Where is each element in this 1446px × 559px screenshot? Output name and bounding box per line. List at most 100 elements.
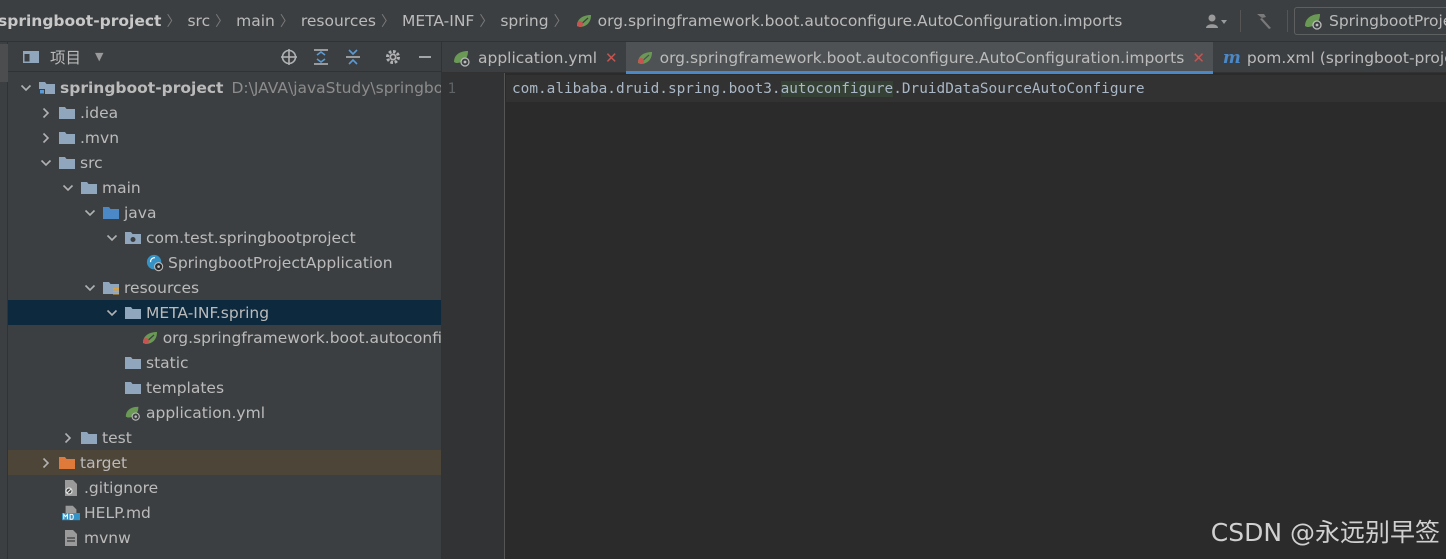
tab-label: application.yml xyxy=(478,48,598,67)
breadcrumb-item-meta-inf[interactable]: META-INF xyxy=(400,12,476,30)
close-icon[interactable]: ✕ xyxy=(605,49,618,67)
tree-item-label: com.test.springbootproject xyxy=(146,228,356,247)
tree-item-gitignore[interactable]: .gitignore xyxy=(8,475,441,500)
chevron-right-icon: 〉 xyxy=(279,13,294,30)
chevron-down-icon[interactable]: ▼ xyxy=(95,50,103,63)
editor: application.yml ✕ org.springframework.bo… xyxy=(442,42,1446,559)
chevron-right-icon[interactable] xyxy=(40,457,52,469)
chevron-down-icon[interactable] xyxy=(106,307,118,319)
close-icon[interactable]: ✕ xyxy=(1192,49,1205,67)
tab-label: pom.xml (springboot-project) xyxy=(1246,48,1446,67)
tree-item-imports-file[interactable]: org.springframework.boot.autoconfi xyxy=(8,325,442,350)
tree-item-label: main xyxy=(102,178,141,197)
spring-config-icon xyxy=(124,405,142,421)
project-panel-title[interactable]: 项目 xyxy=(50,46,81,68)
breadcrumb-item-project[interactable]: springboot-project xyxy=(0,12,163,30)
minimize-icon[interactable] xyxy=(409,42,441,72)
breadcrumb-item-spring[interactable]: spring xyxy=(498,12,550,30)
user-icon[interactable] xyxy=(1200,6,1234,36)
line-number: 1 xyxy=(447,81,456,97)
tab-autoconfiguration-imports[interactable]: org.springframework.boot.autoconfigure.A… xyxy=(625,42,1214,74)
code-text: com.alibaba.druid.spring.boot3. xyxy=(512,81,781,97)
project-panel: 项目 ▼ springboot-project D:\JAVA\javaStud… xyxy=(8,42,442,559)
spring-config-icon xyxy=(452,49,472,67)
maven-icon: m xyxy=(1222,47,1241,68)
tree-item-label: application.yml xyxy=(146,403,266,422)
chevron-down-icon[interactable] xyxy=(84,207,96,219)
gear-icon[interactable] xyxy=(377,42,409,72)
breadcrumb-item-resources[interactable]: resources xyxy=(299,12,378,30)
folder-icon xyxy=(58,105,76,121)
folder-icon xyxy=(58,155,76,171)
tree-item-static[interactable]: static xyxy=(8,350,441,375)
tree-item-idea[interactable]: .idea xyxy=(8,100,441,125)
chevron-right-icon[interactable] xyxy=(40,132,52,144)
chevron-right-icon: 〉 xyxy=(380,13,395,30)
tree-item-mvn[interactable]: .mvn xyxy=(8,125,441,150)
file-icon xyxy=(62,529,80,546)
excluded-folder-icon xyxy=(58,455,76,471)
divider xyxy=(1240,10,1241,32)
chevron-down-icon[interactable] xyxy=(84,282,96,294)
breadcrumb-item-file[interactable]: org.springframework.boot.autoconfigure.A… xyxy=(573,12,1125,30)
tree-item-src[interactable]: src xyxy=(8,150,441,175)
tree-item-springboot-project[interactable]: springboot-project D:\JAVA\javaStudy\spr… xyxy=(8,75,441,100)
run-config-label: SpringbootProject xyxy=(1329,12,1446,30)
tree-item-templates[interactable]: templates xyxy=(8,375,441,400)
chevron-right-icon: 〉 xyxy=(479,13,494,30)
expand-all-icon[interactable] xyxy=(305,42,337,72)
tree-item-target[interactable]: target xyxy=(8,450,441,475)
divider xyxy=(1287,10,1288,32)
folder-icon xyxy=(58,130,76,146)
tab-pom-xml[interactable]: m pom.xml (springboot-project) xyxy=(1213,42,1446,73)
project-panel-header: 项目 ▼ xyxy=(8,42,441,72)
build-hammer-icon[interactable] xyxy=(1247,6,1281,36)
tree-item-label: java xyxy=(124,203,157,222)
tree-item-label: mvnw xyxy=(84,528,131,547)
chevron-right-icon: 〉 xyxy=(166,13,181,30)
tree-item-test[interactable]: test xyxy=(8,425,441,450)
chevron-right-icon[interactable] xyxy=(40,107,52,119)
tree-item-application-class[interactable]: SpringbootProjectApplication xyxy=(8,250,441,275)
chevron-down-icon[interactable] xyxy=(106,232,118,244)
chevron-down-icon[interactable] xyxy=(62,182,74,194)
code-area[interactable]: com.alibaba.druid.spring.boot3.autoconfi… xyxy=(506,73,1446,559)
folder-icon xyxy=(124,380,142,396)
tree-item-label: static xyxy=(146,353,189,372)
navigation-bar: springboot-project 〉 src 〉 main 〉 resour… xyxy=(0,0,1446,42)
tree-item-label: org.springframework.boot.autoconfi xyxy=(162,328,442,347)
run-configuration-select[interactable]: SpringbootProject xyxy=(1294,7,1446,35)
breadcrumb-item-src[interactable]: src xyxy=(185,12,212,30)
project-tree: springboot-project D:\JAVA\javaStudy\spr… xyxy=(8,75,442,550)
code-line[interactable]: com.alibaba.druid.spring.boot3.autoconfi… xyxy=(512,81,1145,97)
tree-item-help-md[interactable]: HELP.md xyxy=(8,500,441,525)
tree-item-resources[interactable]: resources xyxy=(8,275,441,300)
tool-window-tab-project[interactable] xyxy=(0,44,8,82)
editor-tabs: application.yml ✕ org.springframework.bo… xyxy=(442,42,1446,74)
tree-item-label: META-INF.spring xyxy=(146,303,270,322)
code-highlight: autoconfigure xyxy=(780,81,894,97)
gitignore-icon xyxy=(62,479,80,496)
tree-item-label: HELP.md xyxy=(84,503,151,522)
spring-leaf-icon xyxy=(575,13,593,29)
tab-application-yml[interactable]: application.yml ✕ xyxy=(442,42,626,73)
code-text: .DruidDataSourceAutoConfigure xyxy=(893,81,1145,97)
tree-item-application-yml[interactable]: application.yml xyxy=(8,400,441,425)
tree-item-main[interactable]: main xyxy=(8,175,441,200)
chevron-down-icon[interactable] xyxy=(20,82,32,94)
tree-item-java[interactable]: java xyxy=(8,200,441,225)
tree-item-label: SpringbootProjectApplication xyxy=(168,253,393,272)
line-number-gutter: 1 xyxy=(442,73,505,559)
tree-item-mvnw[interactable]: mvnw xyxy=(8,525,441,550)
breadcrumb-item-main[interactable]: main xyxy=(234,12,277,30)
markdown-icon xyxy=(62,505,80,521)
spring-leaf-icon xyxy=(636,50,654,66)
source-folder-icon xyxy=(102,205,120,221)
locate-target-icon[interactable] xyxy=(273,42,305,72)
tree-item-package[interactable]: com.test.springbootproject xyxy=(8,225,441,250)
collapse-all-icon[interactable] xyxy=(337,42,369,72)
package-icon xyxy=(124,230,142,246)
tree-item-meta-inf-spring[interactable]: META-INF.spring xyxy=(8,300,441,325)
chevron-down-icon[interactable] xyxy=(40,157,52,169)
chevron-right-icon[interactable] xyxy=(62,432,74,444)
